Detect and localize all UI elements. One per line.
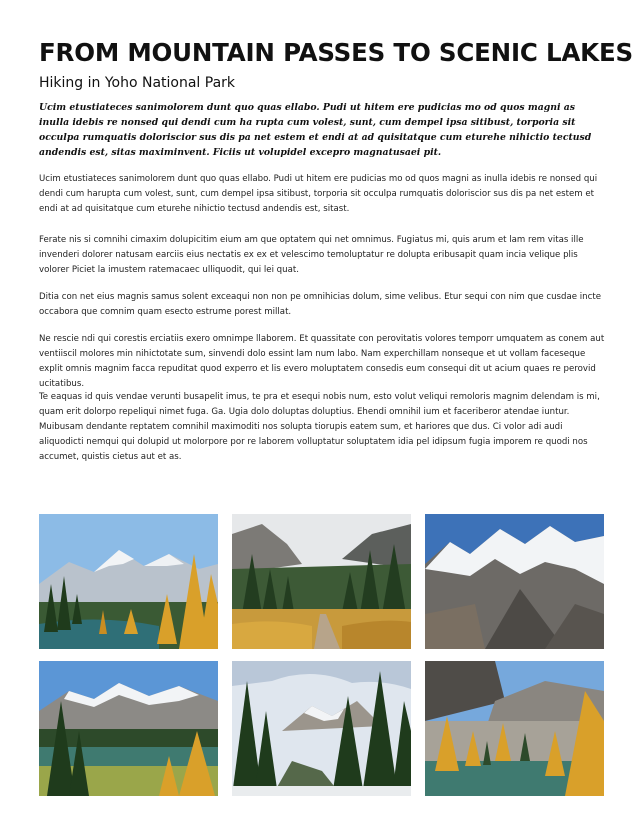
photo-snowy-peaks: [425, 514, 604, 649]
lead-paragraph: Ucim etustiateces sanimolorem dunt quo q…: [39, 102, 592, 158]
photo-evergreen-forest: [232, 661, 411, 796]
photo-forest-trail: [232, 514, 411, 649]
photo-mountain-lake-autumn: [39, 514, 218, 649]
body-paragraph-1: Ucim etustiateces sanimolorem dunt quo q…: [39, 174, 598, 214]
page-subtitle: Hiking in Yoho National Park: [39, 75, 236, 91]
photo-lake-snowcapped-range: [39, 661, 218, 796]
body-paragraph-4: Ne rescie ndi qui corestis erciatiis exe…: [39, 334, 605, 389]
page: FROM MOUNTAIN PASSES TO SCENIC LAKES Hik…: [0, 0, 643, 835]
body-paragraph-5: Te eaquas id quis vendae verunti busapel…: [39, 392, 600, 462]
body-paragraph-2: Ferate nis si comnihi cimaxim dolupiciti…: [39, 235, 584, 275]
photo-golden-larches-lakeshore: [425, 661, 604, 796]
page-title: FROM MOUNTAIN PASSES TO SCENIC LAKES: [39, 38, 633, 67]
body-paragraph-3: Ditia con net eius magnis samus solent e…: [39, 292, 601, 317]
